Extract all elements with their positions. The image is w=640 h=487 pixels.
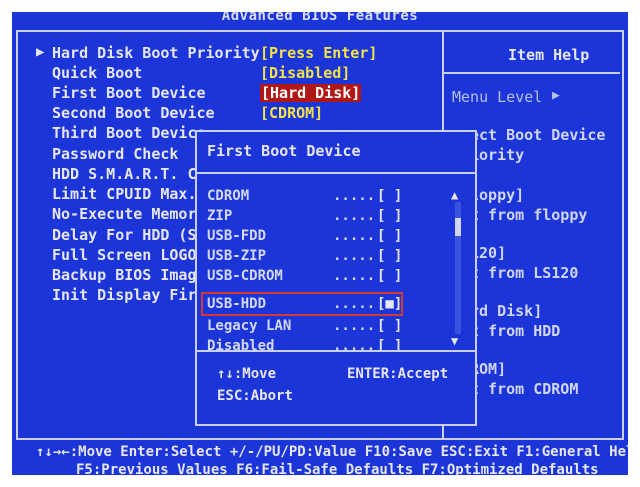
help-text: t from CDROM [470, 380, 579, 398]
option-dots: ..... [333, 188, 376, 204]
option-checkbox: [ ] [377, 248, 403, 264]
menu-item-label: Backup BIOS Image [52, 266, 206, 284]
menu-item-label: Hard Disk Boot Priority [52, 44, 260, 62]
option-disabled[interactable]: Disabled ..... [ ] [207, 338, 457, 358]
option-dots: ..... [333, 268, 376, 284]
option-checkbox: [ ] [377, 318, 403, 334]
menu-level-arrow-icon: ▶ [552, 88, 560, 103]
option-legacy-lan[interactable]: Legacy LAN ..... [ ] [207, 318, 457, 338]
key-legend-line-1: ↑↓→←:Move Enter:Select +/-/PU/PD:Value F… [36, 444, 628, 460]
option-usb-cdrom[interactable]: USB-CDROM ..... [ ] [207, 268, 457, 288]
bios-screen-frame: Advanced BIOS Features ▶ Hard Disk Boot … [12, 12, 628, 475]
menu-item-label: HDD S.M.A.R.T. Ca [52, 165, 206, 183]
help-divider [444, 72, 620, 74]
option-checkbox: [ ] [377, 268, 403, 284]
help-text: ect Boot Device [470, 126, 606, 144]
menu-item-second-boot-device[interactable]: Second Boot Device [CDROM] [36, 104, 456, 124]
option-label: ZIP [207, 208, 233, 224]
scrollbar-thumb[interactable] [455, 218, 461, 236]
option-usb-hdd[interactable]: USB-HDD ..... [■] [207, 296, 457, 316]
menu-item-label: Init Display Firs [52, 286, 206, 304]
hint-move: ↑↓:Move [217, 366, 277, 382]
option-dots: ..... [333, 296, 376, 312]
menu-item-label: Quick Boot [52, 64, 143, 82]
menu-item-label: First Boot Device [52, 84, 206, 102]
hint-accept: ENTER:Accept [347, 366, 449, 382]
dialog-divider [197, 350, 475, 352]
option-label: USB-ZIP [207, 248, 267, 264]
help-text: rd Disk] [470, 302, 543, 320]
menu-item-value: [CDROM] [260, 104, 324, 122]
menu-item-label: Limit CPUID Max. [52, 185, 197, 203]
key-legend-line-2: F5:Previous Values F6:Fail-Safe Defaults… [76, 462, 599, 475]
option-cdrom[interactable]: CDROM ..... [ ] [207, 188, 457, 208]
option-dots: ..... [333, 228, 376, 244]
option-dots: ..... [333, 318, 376, 334]
help-text: loppy] [470, 186, 525, 204]
page-title: Advanced BIOS Features [221, 12, 419, 24]
option-label: CDROM [207, 188, 250, 204]
menu-item-label: Third Boot Device [52, 124, 206, 142]
option-checkbox: [ ] [377, 228, 403, 244]
option-label: USB-CDROM [207, 268, 283, 284]
menu-item-label: Password Check [52, 145, 179, 163]
menu-item-first-boot-device[interactable]: First Boot Device [Hard Disk] [36, 84, 456, 104]
option-checkbox: [ ] [377, 208, 403, 224]
option-label: Legacy LAN [207, 318, 292, 334]
hint-abort: ESC:Abort [217, 388, 293, 404]
help-text: t from floppy [470, 206, 588, 224]
dialog-divider [197, 172, 475, 174]
menu-item-value: [Disabled] [260, 64, 351, 82]
option-usb-zip[interactable]: USB-ZIP ..... [ ] [207, 248, 457, 268]
scroll-up-arrow-icon[interactable]: ▲ [451, 188, 458, 202]
scroll-down-arrow-icon[interactable]: ▼ [451, 334, 458, 348]
submenu-arrow-icon: ▶ [36, 44, 45, 60]
help-title: Item Help [508, 46, 590, 64]
bios-screen: Advanced BIOS Features ▶ Hard Disk Boot … [12, 12, 628, 475]
option-zip[interactable]: ZIP ..... [ ] [207, 208, 457, 228]
dialog-title: First Boot Device [207, 142, 361, 160]
option-checkbox: [ ] [377, 188, 403, 204]
help-text: t from LS120 [470, 264, 579, 282]
first-boot-device-dialog: First Boot Device CDROM ..... [ ] ZIP ..… [195, 130, 477, 426]
menu-item-label: Full Screen LOGO [52, 246, 197, 264]
option-label: USB-FDD [207, 228, 267, 244]
option-usb-fdd[interactable]: USB-FDD ..... [ ] [207, 228, 457, 248]
menu-item-label: Second Boot Device [52, 104, 215, 122]
menu-item-value: [Press Enter] [260, 44, 378, 62]
menu-item-value-selected: [Hard Disk] [260, 84, 362, 102]
help-text: t from HDD [470, 322, 561, 340]
menu-item-quick-boot[interactable]: Quick Boot [Disabled] [36, 64, 456, 84]
option-dots: ..... [333, 248, 376, 264]
option-checkbox-checked: [■] [377, 296, 403, 312]
menu-item-label: Delay For HDD (Se [52, 226, 206, 244]
help-text: iority [470, 146, 525, 164]
option-dots: ..... [333, 208, 376, 224]
menu-level-label: Menu Level [452, 88, 543, 106]
option-label: USB-HDD [207, 296, 267, 312]
menu-item-label: No-Execute Memory [52, 205, 206, 223]
menu-item-hard-disk-boot-priority[interactable]: ▶ Hard Disk Boot Priority [Press Enter] [36, 44, 456, 64]
